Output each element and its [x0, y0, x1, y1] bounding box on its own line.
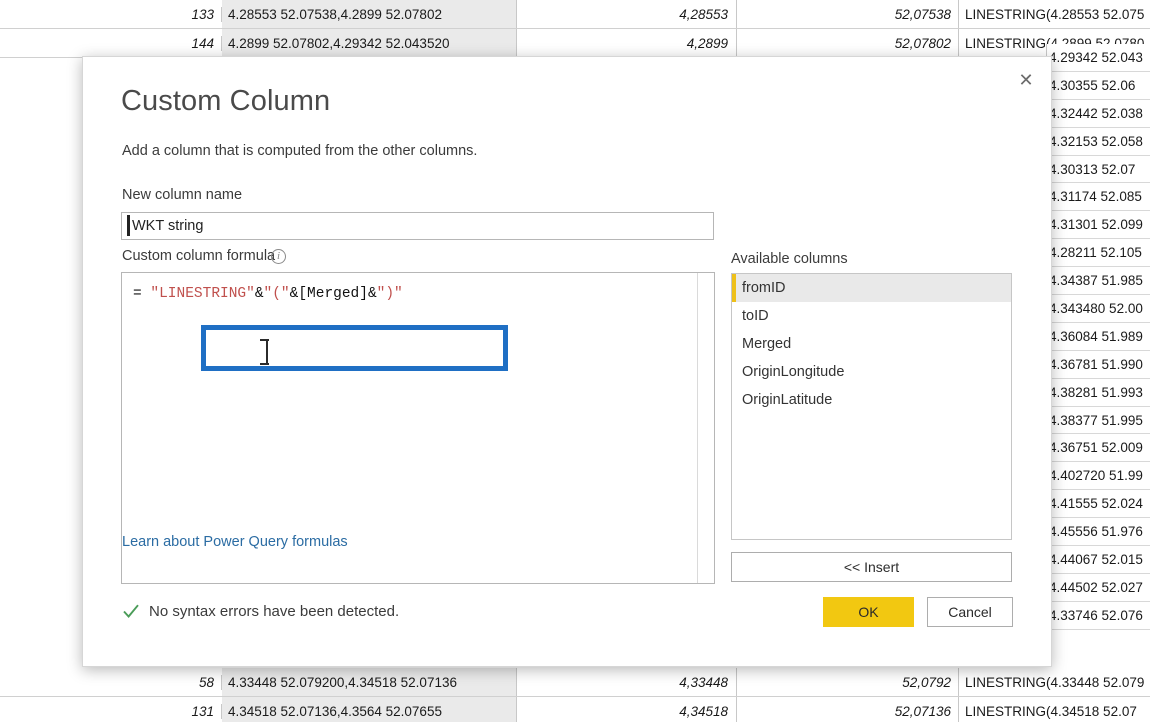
text-caret: [127, 215, 130, 236]
table-row[interactable]: 133 4.28553 52.07538,4.2899 52.07802 4,2…: [0, 0, 1150, 29]
formula-token: "LINESTRING": [150, 286, 254, 302]
formula-token: &: [255, 286, 264, 302]
status-message: No syntax errors have been detected.: [122, 602, 399, 620]
formula-equals: =: [133, 286, 150, 302]
side-cell: 4.38281 51.993: [1047, 379, 1150, 407]
side-cell: 4.38377 51.995: [1047, 407, 1150, 435]
cell-longitude: 4,2899: [517, 29, 737, 57]
available-columns-label: Available columns: [731, 251, 848, 267]
cell-latitude: 52,07538: [737, 0, 959, 28]
cell-longitude: 4,34518: [517, 697, 737, 722]
formula-token: "(": [264, 286, 290, 302]
side-cell: 4.32442 52.038: [1047, 100, 1150, 128]
side-cell: 4.33746 52.076: [1047, 602, 1150, 630]
side-cell: 4.45556 51.976: [1047, 518, 1150, 546]
side-cell: 4.36781 51.990: [1047, 351, 1150, 379]
available-column-item-merged[interactable]: Merged: [732, 330, 1011, 358]
side-cell: 4.30313 52.07: [1047, 156, 1150, 184]
cell-latitude: 52,07136: [737, 697, 959, 722]
side-cell: 4.32153 52.058: [1047, 128, 1150, 156]
screen: 133 4.28553 52.07538,4.2899 52.07802 4,2…: [0, 0, 1150, 722]
available-columns-list[interactable]: fromIDtoIDMergedOriginLongitudeOriginLat…: [731, 273, 1012, 540]
custom-column-formula-label: Custom column formula: [122, 248, 275, 264]
info-icon[interactable]: i: [271, 249, 286, 264]
available-column-item-originlongitude[interactable]: OriginLongitude: [732, 358, 1011, 386]
learn-power-query-link[interactable]: Learn about Power Query formulas: [122, 534, 348, 550]
side-cell: 4.34387 51.985: [1047, 267, 1150, 295]
cell-longitude: 4,28553: [517, 0, 737, 28]
cell-merged: 4.28553 52.07538,4.2899 52.07802: [222, 0, 517, 28]
table-row[interactable]: 131 4.34518 52.07136,4.3564 52.07655 4,3…: [0, 697, 1150, 722]
side-cell: 4.28211 52.105: [1047, 239, 1150, 267]
formula-token: &[Merged]&: [290, 286, 377, 302]
dialog-subtitle: Add a column that is computed from the o…: [122, 143, 477, 159]
ibeam-cursor-icon: [263, 339, 266, 365]
new-column-name-label: New column name: [122, 187, 242, 203]
side-cell: 4.41555 52.024: [1047, 490, 1150, 518]
side-cell: 4.31301 52.099: [1047, 211, 1150, 239]
cell-merged: 4.33448 52.079200,4.34518 52.07136: [222, 668, 517, 696]
table-row[interactable]: 144 4.2899 52.07802,4.29342 52.043520 4,…: [0, 29, 1150, 58]
cell-latitude: 52,07802: [737, 29, 959, 57]
available-column-item-toid[interactable]: toID: [732, 302, 1011, 330]
ok-button[interactable]: OK: [823, 597, 914, 627]
side-column: 4.29342 52.0434.30355 52.064.32442 52.03…: [1046, 44, 1150, 630]
custom-column-dialog: ✕ Custom Column Add a column that is com…: [82, 56, 1052, 667]
side-cell: 4.29342 52.043: [1047, 44, 1150, 72]
side-cell: 4.31174 52.085: [1047, 183, 1150, 211]
cell-index: 131: [0, 704, 222, 719]
side-cell: 4.343480 52.00: [1047, 295, 1150, 323]
cell-merged: 4.34518 52.07136,4.3564 52.07655: [222, 697, 517, 722]
table-row[interactable]: 58 4.33448 52.079200,4.34518 52.07136 4,…: [0, 668, 1150, 697]
available-column-item-originlatitude[interactable]: OriginLatitude: [732, 386, 1011, 414]
formula-token: ")": [377, 286, 403, 302]
new-column-name-input[interactable]: [121, 212, 714, 240]
side-cell: 4.36751 52.009: [1047, 434, 1150, 462]
cell-wkt: LINESTRING(4.28553 52.075: [959, 0, 1150, 28]
cell-index: 144: [0, 36, 222, 51]
side-cell: 4.30355 52.06: [1047, 72, 1150, 100]
cell-index: 58: [0, 675, 222, 690]
check-icon: [122, 602, 140, 620]
side-cell: 4.44502 52.027: [1047, 574, 1150, 602]
page-title: Custom Column: [121, 85, 330, 118]
cancel-button[interactable]: Cancel: [927, 597, 1013, 627]
cell-index: 133: [0, 7, 222, 22]
insert-button[interactable]: << Insert: [731, 552, 1012, 582]
side-cell: 4.402720 51.99: [1047, 462, 1150, 490]
status-text: No syntax errors have been detected.: [149, 603, 399, 620]
formula-text: = "LINESTRING"&"("&[Merged]&")": [133, 286, 403, 302]
available-column-item-fromid[interactable]: fromID: [732, 274, 1011, 302]
cell-wkt: LINESTRING(4.34518 52.07: [959, 697, 1150, 722]
cell-latitude: 52,0792: [737, 668, 959, 696]
close-icon[interactable]: ✕: [1009, 65, 1043, 95]
formula-scrollbar[interactable]: [697, 273, 714, 583]
cell-longitude: 4,33448: [517, 668, 737, 696]
cell-wkt: LINESTRING(4.33448 52.079: [959, 668, 1150, 696]
cell-merged: 4.2899 52.07802,4.29342 52.043520: [222, 29, 517, 57]
side-cell: 4.44067 52.015: [1047, 546, 1150, 574]
side-cell: 4.36084 51.989: [1047, 323, 1150, 351]
